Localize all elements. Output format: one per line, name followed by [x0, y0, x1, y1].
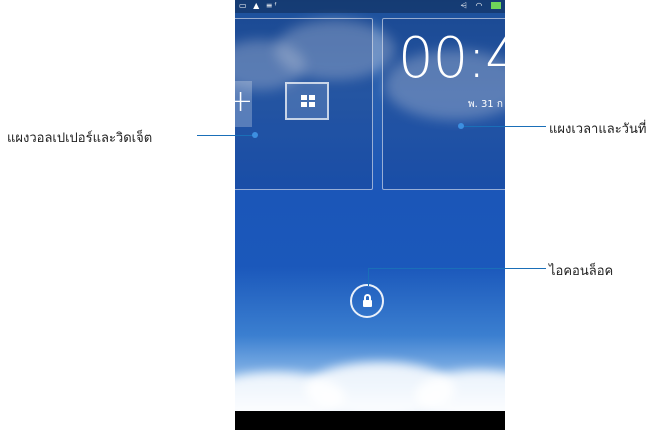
- time-date-callout-label: แผงเวลาและวันที่: [549, 122, 647, 137]
- clock-date: พ. 31 ก: [468, 99, 503, 110]
- widget-icon: [301, 95, 315, 107]
- lock-icon-callout-stem: [368, 268, 369, 286]
- time-date-callout-dot: [458, 123, 464, 129]
- wallpaper-widget-callout-dot: [252, 132, 258, 138]
- add-widget-button[interactable]: +: [235, 81, 254, 127]
- sound-icon: ⩤ ◠: [460, 1, 486, 10]
- lock-icon-callout-label: ไอคอนล็อค: [549, 264, 614, 279]
- system-icons: ⩤ ◠: [461, 1, 501, 11]
- wallpaper-widget-callout-label: แผงวอลเปเปอร์และวิดเจ็ต: [7, 131, 153, 146]
- lock-icon[interactable]: [350, 284, 384, 318]
- wallpaper-widget-callout-line: [197, 135, 255, 136]
- clock-time: 00:4: [398, 26, 505, 91]
- phone-screen: ▭ ▲ ≡ᶠ ⩤ ◠ + 00:4 พ. 31 ก: [235, 0, 505, 430]
- wallpaper-widget-panel[interactable]: +: [235, 18, 373, 190]
- plus-icon: +: [235, 84, 254, 119]
- battery-icon: [491, 2, 501, 9]
- lock-icon-callout-line: [368, 268, 546, 269]
- status-bar: ▭ ▲ ≡ᶠ ⩤ ◠: [235, 0, 505, 13]
- widget-button[interactable]: [285, 82, 329, 120]
- notification-icons: ▭ ▲ ≡ᶠ: [239, 1, 279, 10]
- time-date-callout-line: [461, 126, 546, 127]
- navigation-bar: [235, 411, 505, 430]
